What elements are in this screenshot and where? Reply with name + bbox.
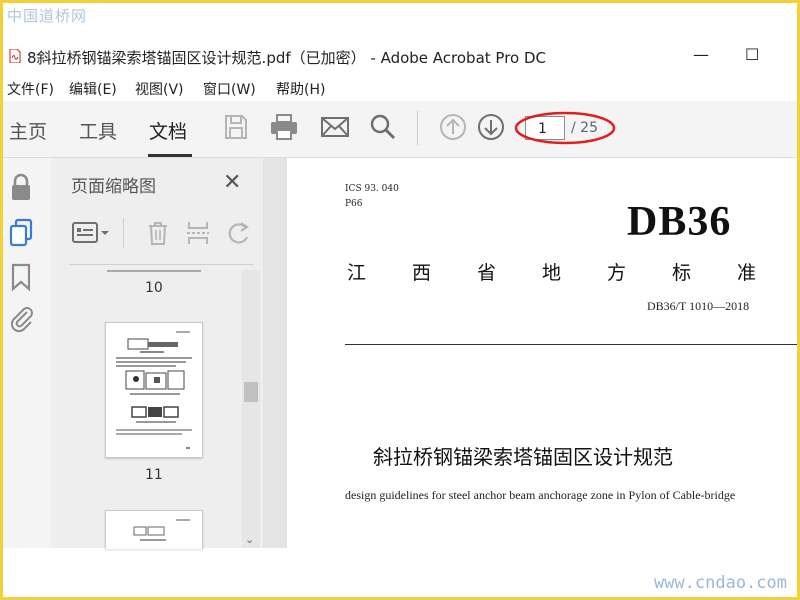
pdf-file-icon: [9, 49, 21, 63]
thumbnail-scroll-thumb[interactable]: [244, 382, 258, 402]
window-title: 8斜拉桥钢锚梁索塔锚固区设计规范.pdf（已加密） - Adobe Acroba…: [27, 49, 547, 67]
page-down-icon[interactable]: [477, 113, 505, 141]
rotate-icon[interactable]: [225, 220, 253, 246]
search-icon[interactable]: [369, 113, 397, 141]
delete-icon[interactable]: [145, 220, 171, 246]
standard-code: DB36/T 1010—2018: [647, 299, 750, 313]
thumbnail-page-10-bottom: [107, 270, 201, 272]
menu-view[interactable]: 视图(V): [135, 79, 184, 99]
document-title-en: design guidelines for steel anchor beam …: [345, 488, 736, 502]
standard-prefix: DB36: [627, 199, 732, 245]
title-bar: 8斜拉桥钢锚梁索塔锚固区设计规范.pdf（已加密） - Adobe Acroba…: [3, 43, 797, 71]
pdf-page: ICS 93. 040 P66 DB36 江西省地方标准 DB36/T 1010…: [287, 158, 797, 548]
thumbnail-page-11[interactable]: [105, 322, 203, 458]
document-title-cn: 斜拉桥钢锚梁索塔锚固区设计规范: [373, 445, 673, 469]
thumbnail-options-icon[interactable]: [71, 220, 111, 246]
thumbnail-label-10: 10: [145, 280, 163, 296]
panel-toolbar: [71, 218, 253, 248]
menu-file[interactable]: 文件(F): [7, 79, 54, 99]
header-rule: [345, 344, 797, 345]
main-toolbar: 主页 工具 文档 1 / 25: [3, 101, 797, 158]
toolbar-separator: [417, 111, 418, 145]
email-icon[interactable]: [320, 113, 350, 141]
scroll-down-icon[interactable]: ⌄: [245, 533, 254, 546]
ccs-code: P66: [345, 199, 363, 209]
tab-tools[interactable]: 工具: [79, 117, 117, 144]
highlight-ellipse: [514, 111, 616, 145]
watermark-bottom: www.cndao.com: [653, 573, 787, 593]
standard-type: 江西省地方标准: [347, 262, 797, 284]
thumbnail-scrollbar[interactable]: ⌄: [242, 270, 260, 548]
menu-window[interactable]: 窗口(W): [203, 79, 256, 99]
screenshot-frame: 中国道桥网 8斜拉桥钢锚梁索塔锚固区设计规范.pdf（已加密） - Adobe …: [3, 3, 797, 597]
thumbnail-page-12[interactable]: [105, 510, 203, 549]
minimize-button[interactable]: —: [693, 45, 709, 64]
close-panel-button[interactable]: ✕: [223, 170, 241, 195]
thumbnail-page-11-content: [116, 331, 192, 449]
menu-bar: 文件(F) 编辑(E) 视图(V) 窗口(W) 帮助(H): [3, 77, 797, 99]
menu-help[interactable]: 帮助(H): [276, 79, 325, 99]
active-tab-indicator: [148, 154, 192, 157]
lock-icon[interactable]: [9, 172, 33, 202]
thumbnail-label-11: 11: [145, 467, 163, 483]
left-navigation-rail: [3, 158, 51, 548]
page-up-icon[interactable]: [439, 113, 467, 141]
menu-edit[interactable]: 编辑(E): [69, 79, 117, 99]
panel-divider: [69, 264, 253, 265]
extract-pages-icon[interactable]: [185, 220, 211, 246]
panel-toolbar-separator: [123, 218, 124, 248]
attachment-icon[interactable]: [9, 304, 35, 334]
tab-home[interactable]: 主页: [9, 117, 47, 144]
pages-icon[interactable]: [9, 218, 35, 248]
thumbnail-page-12-content: [133, 519, 190, 541]
panel-title: 页面缩略图: [71, 177, 156, 197]
tab-document[interactable]: 文档: [149, 117, 187, 144]
print-icon[interactable]: [269, 113, 299, 141]
save-icon[interactable]: [223, 113, 249, 141]
page-thumbnails-panel: 页面缩略图 ✕ 10 11 ⌄: [51, 158, 264, 549]
ics-code: ICS 93. 040: [345, 184, 399, 194]
maximize-button[interactable]: ☐: [745, 45, 759, 64]
watermark-top: 中国道桥网: [7, 7, 88, 25]
bookmark-icon[interactable]: [9, 262, 33, 292]
document-view: ICS 93. 040 P66 DB36 江西省地方标准 DB36/T 1010…: [263, 158, 797, 548]
